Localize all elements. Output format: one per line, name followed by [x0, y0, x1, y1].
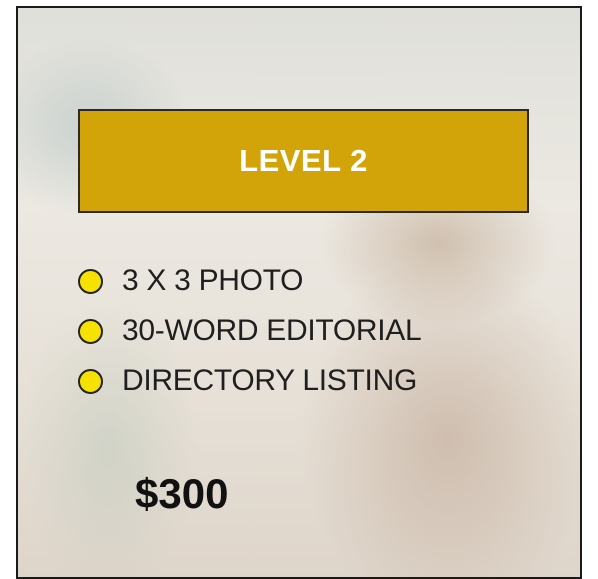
feature-item: 30-WORD EDITORIAL [78, 306, 422, 356]
feature-label: 3 X 3 PHOTO [122, 264, 304, 297]
yellow-circle-bullet-icon [78, 268, 103, 294]
feature-label: DIRECTORY LISTING [122, 364, 417, 397]
feature-label: 30-WORD EDITORIAL [122, 314, 422, 347]
feature-list: 3 X 3 PHOTO 30-WORD EDITORIAL DIRECTORY … [78, 256, 422, 406]
pricing-card: LEVEL 2 3 X 3 PHOTO 30-WORD EDITORIAL DI… [16, 6, 582, 579]
level-title: LEVEL 2 [239, 143, 368, 178]
feature-item: DIRECTORY LISTING [78, 356, 421, 406]
yellow-circle-bullet-icon [78, 368, 103, 394]
feature-item: 3 X 3 PHOTO [78, 256, 421, 306]
price-label: $300 [135, 470, 229, 517]
yellow-circle-bullet-icon [78, 318, 103, 344]
level-banner: LEVEL 2 [78, 109, 529, 213]
